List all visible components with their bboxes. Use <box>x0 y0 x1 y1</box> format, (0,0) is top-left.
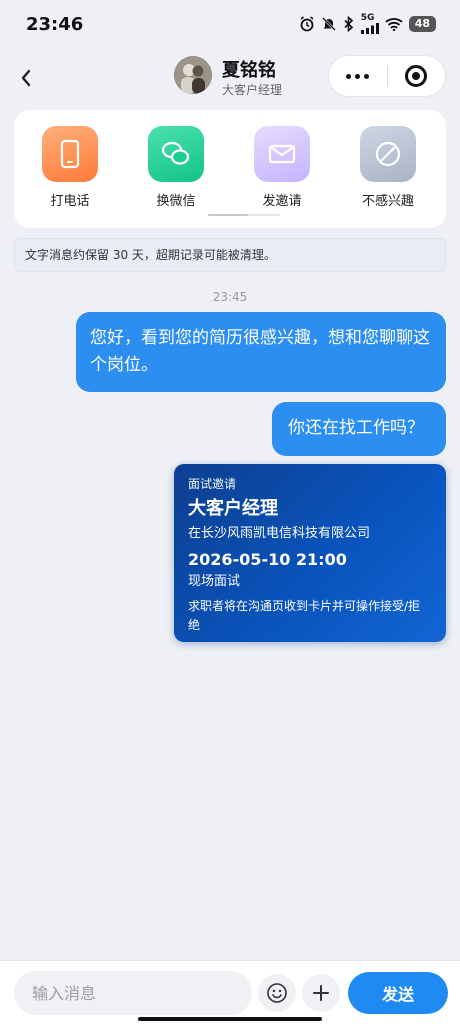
status-bar: 23:46 5G 48 <box>0 0 460 48</box>
battery-indicator: 48 <box>408 16 436 32</box>
invite-interview-type: 现场面试 <box>188 574 241 589</box>
bluetooth-icon <box>344 16 353 32</box>
plus-icon <box>313 985 329 1001</box>
avatar-image <box>174 56 212 94</box>
more-button[interactable] <box>329 56 387 96</box>
message-composer: 发送 <box>0 960 460 1024</box>
home-indicator <box>138 1017 322 1021</box>
more-dot-icon <box>346 73 352 79</box>
quick-action-card: 打电话 换微信 发邀请 不感兴趣 <box>14 110 446 228</box>
call-label: 打电话 <box>50 194 90 209</box>
invite-company: 在长沙风雨凯电信科技有限公司 <box>188 526 371 541</box>
attach-button[interactable] <box>302 974 340 1012</box>
back-button[interactable] <box>14 64 38 92</box>
more-dot-icon <box>364 73 370 79</box>
status-icons: 5G 48 <box>299 14 436 34</box>
network-type: 5G <box>360 13 375 23</box>
scroll-indicator <box>208 214 280 216</box>
alarm-icon <box>300 16 314 32</box>
message-input[interactable] <box>14 971 252 1015</box>
signal-icon <box>360 23 379 34</box>
mail-icon <box>254 126 310 182</box>
close-miniprogram-button[interactable] <box>387 56 445 96</box>
contact-name: 夏铭铭 <box>222 60 276 81</box>
send-button[interactable]: 发送 <box>348 972 448 1014</box>
message-bubble[interactable]: 你还在找工作吗？ <box>272 402 446 456</box>
message-bubble[interactable]: 您好，看到您的简历很感兴趣，想和您聊聊这个岗位。 <box>76 312 446 392</box>
invite-job-title: 大客户经理 <box>188 498 278 519</box>
invite-tag: 面试邀请 <box>188 477 237 491</box>
wifi-icon <box>385 18 403 31</box>
send-invite-label: 发邀请 <box>262 194 302 209</box>
avatar[interactable] <box>174 56 212 94</box>
emoji-button[interactable] <box>258 974 296 1012</box>
exchange-wechat-action[interactable]: 换微信 <box>136 126 216 209</box>
not-interested-label: 不感兴趣 <box>361 194 414 209</box>
chat-header: 夏铭铭 大客户经理 <box>0 50 460 106</box>
call-action[interactable]: 打电话 <box>30 126 110 209</box>
chevron-left-icon <box>21 69 31 87</box>
block-icon <box>360 126 416 182</box>
wechat-icon <box>148 126 204 182</box>
not-interested-action[interactable]: 不感兴趣 <box>348 126 428 209</box>
invite-note: 求职者将在沟通页收到卡片并可操作接受/拒绝 <box>188 599 421 632</box>
send-invite-action[interactable]: 发邀请 <box>242 126 322 209</box>
mute-bell-icon <box>321 17 336 31</box>
interview-invite-card[interactable]: 面试邀请 大客户经理 在长沙风雨凯电信科技有限公司 2026-05-10 21:… <box>174 464 446 642</box>
network-indicator: 5G <box>360 13 379 34</box>
phone-icon <box>42 126 98 182</box>
emoji-icon <box>267 983 287 1003</box>
status-time: 23:46 <box>26 13 84 35</box>
retention-notice: 文字消息约保留 30 天，超期记录可能被清理。 <box>14 238 446 272</box>
exchange-wechat-label: 换微信 <box>156 194 196 209</box>
invite-datetime: 2026-05-10 21:00 <box>188 550 347 569</box>
miniprogram-capsule <box>328 55 446 97</box>
target-icon <box>405 65 428 87</box>
more-dot-icon <box>355 73 361 79</box>
contact-job-title: 大客户经理 <box>222 83 283 97</box>
message-timestamp: 23:45 <box>212 290 248 304</box>
